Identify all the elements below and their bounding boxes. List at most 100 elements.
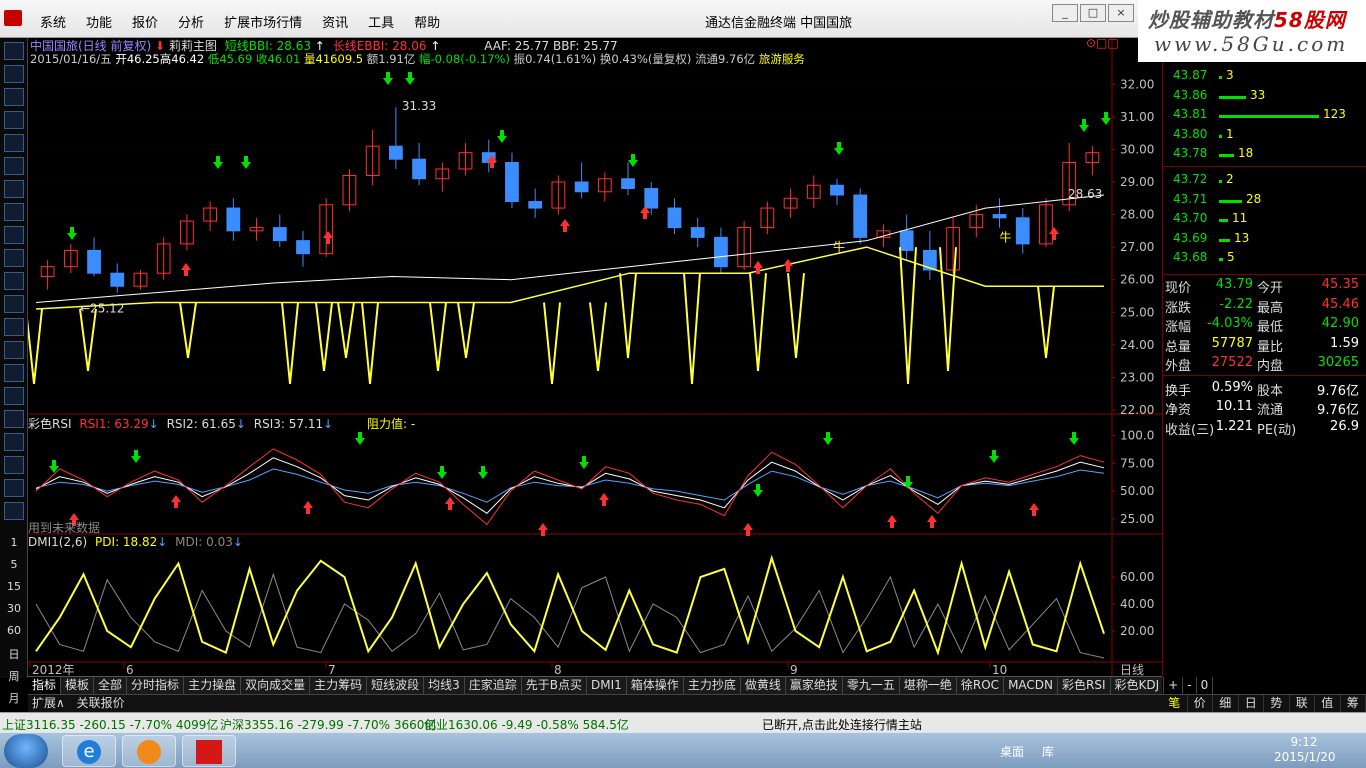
img-tool-icon[interactable]	[4, 502, 24, 520]
bids-row[interactable]: 43.70 11	[1171, 211, 1361, 230]
tab-control-1[interactable]: -	[1183, 677, 1197, 694]
period-button-4[interactable]: 60	[0, 624, 28, 637]
start-button[interactable]	[4, 734, 48, 768]
tab-13[interactable]: 主力抄底	[684, 677, 741, 694]
chart-close-icon[interactable]: ⊙□□	[1086, 36, 1119, 50]
minimize-icon[interactable]: _	[1052, 4, 1078, 22]
sh-index[interactable]: 上证3116.35 -260.15 -7.70% 4099亿	[2, 716, 218, 733]
tab-15[interactable]: 赢家绝技	[786, 677, 843, 694]
right-tab-1[interactable]: 价	[1188, 695, 1213, 712]
tab-4[interactable]: 主力操盘	[184, 677, 242, 694]
period-button-0[interactable]: 1	[0, 536, 28, 549]
up-tool-icon[interactable]	[4, 42, 24, 60]
tab-19[interactable]: MACDN	[1004, 677, 1059, 694]
s-tool-icon[interactable]	[4, 410, 24, 428]
bids-row[interactable]: 43.71 28	[1171, 192, 1361, 211]
ie-icon[interactable]: e	[62, 735, 116, 767]
period-button-2[interactable]: 15	[0, 580, 28, 593]
cy-index[interactable]: 创业1630.06 -9.49 -0.58% 584.5亿	[424, 716, 629, 733]
tab-5[interactable]: 双向成交量	[241, 677, 311, 694]
tab-16[interactable]: 零九一五	[843, 677, 900, 694]
connection-status[interactable]: 已断开,点击此处连接行情主站	[762, 716, 922, 733]
tab-control-2[interactable]: 0	[1197, 677, 1214, 694]
tab-9[interactable]: 庄家追踪	[465, 677, 522, 694]
right-tab-6[interactable]: 值	[1315, 695, 1341, 712]
tab-1[interactable]: 模板	[61, 677, 95, 694]
asks-row[interactable]: 43.78 18	[1171, 146, 1361, 165]
close-icon[interactable]: ×	[1108, 4, 1134, 22]
period-button-6[interactable]: 周	[0, 668, 28, 684]
tab-10[interactable]: 先于B点买	[522, 677, 588, 694]
circle-tool-icon[interactable]	[4, 341, 24, 359]
right-tab-3[interactable]: 日	[1239, 695, 1264, 712]
down-tool-icon[interactable]	[4, 88, 24, 106]
orange-app-icon[interactable]	[122, 735, 176, 767]
right-tab-4[interactable]: 势	[1264, 695, 1290, 712]
tab-20[interactable]: 彩色RSI	[1058, 677, 1111, 694]
related-quote-button[interactable]: 关联报价	[73, 696, 129, 710]
tab-8[interactable]: 均线3	[424, 677, 465, 694]
fs-tool-icon[interactable]	[4, 479, 24, 497]
pen-tool-icon[interactable]	[4, 456, 24, 474]
tab-control-0[interactable]: +	[1164, 677, 1184, 694]
asks-row[interactable]: 43.86 33	[1171, 88, 1361, 107]
menu-item-0[interactable]: 系统	[30, 12, 76, 31]
asks-row[interactable]: 43.87 3	[1171, 68, 1361, 87]
grid-tool-icon[interactable]	[4, 111, 24, 129]
hs-index[interactable]: 沪深3355.16 -279.99 -7.70% 3660亿	[220, 716, 436, 733]
right-tab-0[interactable]: 笔	[1162, 695, 1188, 712]
rsi-tool-icon[interactable]	[4, 387, 24, 405]
tab-2[interactable]: 全部	[94, 677, 128, 694]
fx-tool-icon[interactable]	[4, 272, 24, 290]
menu-item-6[interactable]: 工具	[358, 12, 404, 31]
library-label[interactable]: 库	[1042, 745, 1054, 759]
tab-21[interactable]: 彩色KDJ	[1111, 677, 1165, 694]
right-tab-2[interactable]: 细	[1213, 695, 1239, 712]
k-tool-icon[interactable]	[4, 180, 24, 198]
menu-item-4[interactable]: 扩展市场行情	[214, 12, 312, 31]
up2-tool-icon[interactable]	[4, 65, 24, 83]
menu-item-2[interactable]: 报价	[122, 12, 168, 31]
menu-item-3[interactable]: 分析	[168, 12, 214, 31]
buy-arrow-icon	[497, 130, 507, 143]
clock[interactable]: 9:12 2015/1/20	[1274, 735, 1336, 765]
chart-tool-icon[interactable]	[4, 157, 24, 175]
period-button-5[interactable]: 日	[0, 646, 28, 662]
bids-row[interactable]: 43.68 5	[1171, 250, 1361, 269]
period-button-3[interactable]: 30	[0, 602, 28, 615]
period-button-7[interactable]: 月	[0, 690, 28, 706]
chart-area[interactable]: 32.00 31.00 30.00 29.00 28.00 27.00 26.00 25.00…	[28, 36, 1162, 678]
tab-7[interactable]: 短线波段	[367, 677, 425, 694]
peak-label: 31.33	[402, 99, 436, 113]
zoom-tool-icon[interactable]	[4, 203, 24, 221]
menu-item-5[interactable]: 资讯	[312, 12, 358, 31]
maximize-icon[interactable]: □	[1080, 4, 1106, 22]
expand-button[interactable]: 扩展∧	[28, 696, 69, 710]
clock-tool-icon[interactable]	[4, 318, 24, 336]
asks-row[interactable]: 43.81 123	[1171, 107, 1361, 126]
tab-17[interactable]: 堪称一绝	[900, 677, 957, 694]
tab-12[interactable]: 箱体操作	[627, 677, 684, 694]
asks-row[interactable]: 43.80 1	[1171, 127, 1361, 146]
period-button-1[interactable]: 5	[0, 558, 28, 571]
tab-14[interactable]: 做黄线	[741, 677, 786, 694]
move-tool-icon[interactable]	[4, 433, 24, 451]
right-tab-7[interactable]: 筹	[1341, 695, 1366, 712]
fib-tool-icon[interactable]	[4, 226, 24, 244]
tab-3[interactable]: 分时指标	[127, 677, 185, 694]
tab-6[interactable]: 主力筹码	[310, 677, 368, 694]
pct-tool-icon[interactable]	[4, 295, 24, 313]
right-tab-5[interactable]: 联	[1290, 695, 1315, 712]
bids-row[interactable]: 43.72 2	[1171, 172, 1361, 191]
tab-0[interactable]: 指标	[28, 677, 62, 694]
desktop-label[interactable]: 桌面	[1000, 745, 1024, 759]
menu-item-7[interactable]: 帮助	[404, 12, 450, 31]
menu-item-1[interactable]: 功能	[76, 12, 122, 31]
tab-11[interactable]: DMI1	[587, 677, 627, 694]
tdx-app-icon[interactable]	[182, 735, 236, 767]
tab-18[interactable]: 徐ROC	[957, 677, 1005, 694]
list-tool-icon[interactable]	[4, 134, 24, 152]
cal-tool-icon[interactable]	[4, 249, 24, 267]
bids-row[interactable]: 43.69 13	[1171, 231, 1361, 250]
wave-tool-icon[interactable]	[4, 364, 24, 382]
